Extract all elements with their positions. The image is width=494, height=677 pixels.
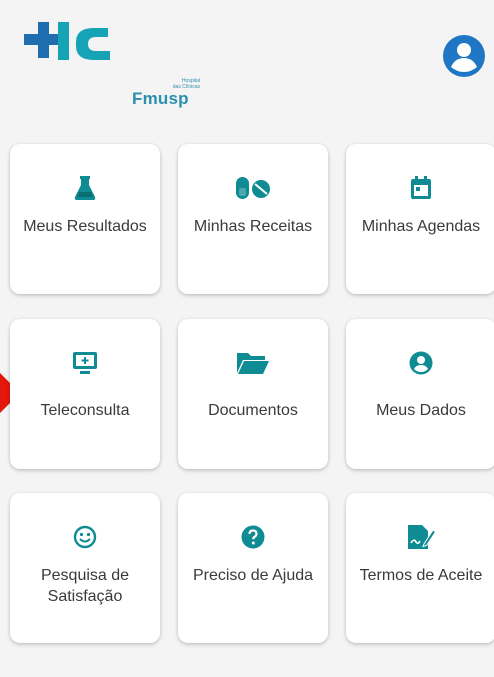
- menu-card-termos-aceite[interactable]: Termos de Aceite: [346, 493, 494, 643]
- menu-card-label: Minhas Agendas: [361, 218, 481, 235]
- menu-card-pesquisa-satisfacao[interactable]: Pesquisa de Satisfação: [10, 493, 160, 643]
- account-circle-icon: [409, 349, 433, 377]
- hc-logo-mark-icon: [24, 22, 110, 60]
- calendar-icon: [410, 174, 432, 202]
- help-circle-icon: [241, 523, 265, 551]
- app-header: Hospital das Clínicas Fmusp: [0, 0, 494, 120]
- menu-card-label: Meus Dados: [376, 402, 466, 419]
- folder-open-icon: [236, 349, 270, 377]
- menu-card-preciso-ajuda[interactable]: Preciso de Ajuda: [178, 493, 328, 643]
- logo-fmusp-text: Fmusp: [132, 89, 189, 108]
- flask-icon: [74, 174, 96, 202]
- smiley-icon: [73, 523, 97, 551]
- menu-card-meus-dados[interactable]: Meus Dados: [346, 319, 494, 469]
- menu-card-teleconsulta[interactable]: Teleconsulta: [10, 319, 160, 469]
- menu-card-label: Termos de Aceite: [359, 567, 483, 584]
- menu-card-minhas-receitas[interactable]: Minhas Receitas: [178, 144, 328, 294]
- menu-card-meus-resultados[interactable]: Meus Resultados: [10, 144, 160, 294]
- menu-card-label: Minhas Receitas: [193, 218, 313, 235]
- menu-card-minhas-agendas[interactable]: Minhas Agendas: [346, 144, 494, 294]
- menu-card-documentos[interactable]: Documentos: [178, 319, 328, 469]
- menu-card-label: Documentos: [208, 402, 298, 419]
- monitor-plus-icon: [72, 349, 98, 377]
- account-circle-icon: [443, 35, 485, 77]
- menu-card-label: Pesquisa de Satisfação: [40, 567, 130, 605]
- pills-icon: [235, 174, 271, 202]
- document-sign-icon: [406, 523, 436, 551]
- menu-card-label: Meus Resultados: [23, 218, 147, 235]
- menu-card-label: Teleconsulta: [40, 402, 130, 419]
- menu-card-label: Preciso de Ajuda: [192, 567, 314, 584]
- profile-button[interactable]: [442, 34, 486, 78]
- hospital-logo: Hospital das Clínicas Fmusp: [24, 22, 200, 108]
